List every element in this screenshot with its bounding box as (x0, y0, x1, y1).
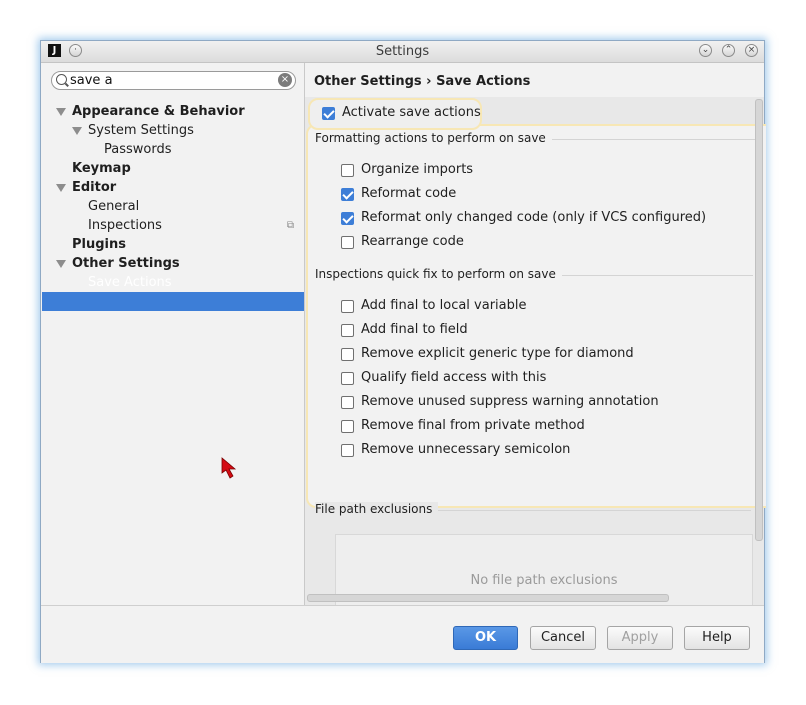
search-field[interactable]: × (51, 71, 296, 90)
tree-item-label: Plugins (72, 237, 126, 252)
search-highlight-box: Formatting actions to perform on save Or… (306, 124, 766, 508)
rearrange-code-label[interactable]: Rearrange code (361, 234, 464, 249)
tree-item-label: Inspections (88, 218, 162, 233)
clear-search-icon[interactable]: × (278, 73, 292, 87)
explicit-generic-type-checkbox[interactable] (341, 348, 354, 361)
tree-item-label: Editor (72, 180, 117, 195)
organize-imports-label[interactable]: Organize imports (361, 162, 473, 177)
tree-item-label: Save Actions (88, 275, 172, 290)
horizontal-scrollbar[interactable] (305, 591, 764, 603)
formatting-section-title: Formatting actions to perform on save (315, 131, 552, 145)
save-actions-panel: Formatting actions to perform on save Or… (305, 97, 766, 628)
final-private-method-label[interactable]: Remove final from private method (361, 418, 585, 433)
cancel-button[interactable]: Cancel (530, 626, 596, 650)
project-scope-icon: ⧉ (286, 220, 294, 231)
final-field-label[interactable]: Add final to field (361, 322, 468, 337)
tree-item-keymap[interactable]: Keymap (72, 159, 131, 178)
dialog-button-bar: OK Cancel Apply Help (41, 605, 764, 663)
reformat-code-label[interactable]: Reformat code (361, 186, 456, 201)
tree-item-general[interactable]: General (88, 197, 139, 216)
mouse-cursor-icon (221, 457, 237, 479)
unnecessary-semicolon-checkbox[interactable] (341, 444, 354, 457)
breadcrumb-parent: Other Settings (314, 74, 422, 89)
close-icon[interactable]: × (745, 44, 758, 57)
help-button[interactable]: Help (684, 626, 750, 650)
tree-item-inspections[interactable]: Inspections ⧉ (88, 216, 294, 235)
activate-highlight: Activate save actions (308, 98, 482, 130)
tree-item-label: Other Settings (72, 256, 180, 271)
settings-content-panel: Other Settings › Save Actions Formatting… (305, 63, 766, 628)
expand-arrow-icon[interactable] (56, 260, 66, 268)
breadcrumb: Other Settings › Save Actions (314, 74, 530, 89)
unnecessary-semicolon-label[interactable]: Remove unnecessary semicolon (361, 442, 570, 457)
qualify-field-access-label[interactable]: Qualify field access with this (361, 370, 546, 385)
activate-save-actions-label[interactable]: Activate save actions (342, 105, 481, 120)
explicit-generic-type-label[interactable]: Remove explicit generic type for diamond (361, 346, 634, 361)
qualify-field-access-checkbox[interactable] (341, 372, 354, 385)
expand-arrow-icon[interactable] (72, 127, 82, 135)
tree-item-save-actions[interactable]: Save Actions (88, 273, 172, 292)
breadcrumb-separator: › (426, 74, 432, 89)
search-input[interactable] (70, 72, 270, 89)
ok-button[interactable]: OK (453, 626, 518, 650)
horizontal-scrollbar-thumb[interactable] (307, 594, 669, 602)
expand-arrow-icon[interactable] (56, 108, 66, 116)
search-icon (56, 74, 67, 85)
title-bar[interactable]: J · Settings ⌄ ⌃ × (41, 41, 764, 63)
settings-tree-panel: × Appearance & Behavior System Settings … (42, 63, 305, 605)
maximize-icon[interactable]: ⌃ (722, 44, 735, 57)
activate-save-actions-checkbox[interactable] (322, 107, 335, 120)
tree-item-label: Appearance & Behavior (72, 104, 245, 119)
unused-suppress-warning-label[interactable]: Remove unused suppress warning annotatio… (361, 394, 659, 409)
tree-item-label: System Settings (88, 123, 194, 138)
reformat-changed-code-checkbox[interactable] (341, 212, 354, 225)
tree-item-plugins[interactable]: Plugins (72, 235, 126, 254)
tree-selection-highlight (42, 292, 304, 311)
organize-imports-checkbox[interactable] (341, 164, 354, 177)
section-divider (548, 275, 753, 276)
exclusions-section-title: File path exclusions (315, 502, 439, 516)
final-local-variable-label[interactable]: Add final to local variable (361, 298, 527, 313)
expand-arrow-icon[interactable] (56, 184, 66, 192)
vertical-scrollbar-thumb[interactable] (755, 99, 763, 541)
breadcrumb-current: Save Actions (436, 74, 531, 89)
vertical-scrollbar[interactable] (754, 97, 763, 543)
final-field-checkbox[interactable] (341, 324, 354, 337)
settings-dialog: J · Settings ⌄ ⌃ × × Appearance & Behavi… (40, 40, 766, 663)
tree-item-passwords[interactable]: Passwords (104, 140, 172, 159)
minimize-icon[interactable]: ⌄ (699, 44, 712, 57)
reformat-changed-code-label[interactable]: Reformat only changed code (only if VCS … (361, 210, 706, 225)
unused-suppress-warning-checkbox[interactable] (341, 396, 354, 409)
section-divider (538, 139, 758, 140)
final-private-method-checkbox[interactable] (341, 420, 354, 433)
apply-button[interactable]: Apply (607, 626, 673, 650)
final-local-variable-checkbox[interactable] (341, 300, 354, 313)
rearrange-code-checkbox[interactable] (341, 236, 354, 249)
section-divider (433, 510, 751, 511)
tree-item-label: Keymap (72, 161, 131, 176)
exclusions-empty-text: No file path exclusions (470, 573, 618, 588)
reformat-code-checkbox[interactable] (341, 188, 354, 201)
inspections-section-title: Inspections quick fix to perform on save (315, 267, 562, 281)
window-title: Settings (375, 44, 430, 59)
tree-item-label: General (88, 199, 140, 214)
tree-item-label: Passwords (104, 142, 172, 157)
